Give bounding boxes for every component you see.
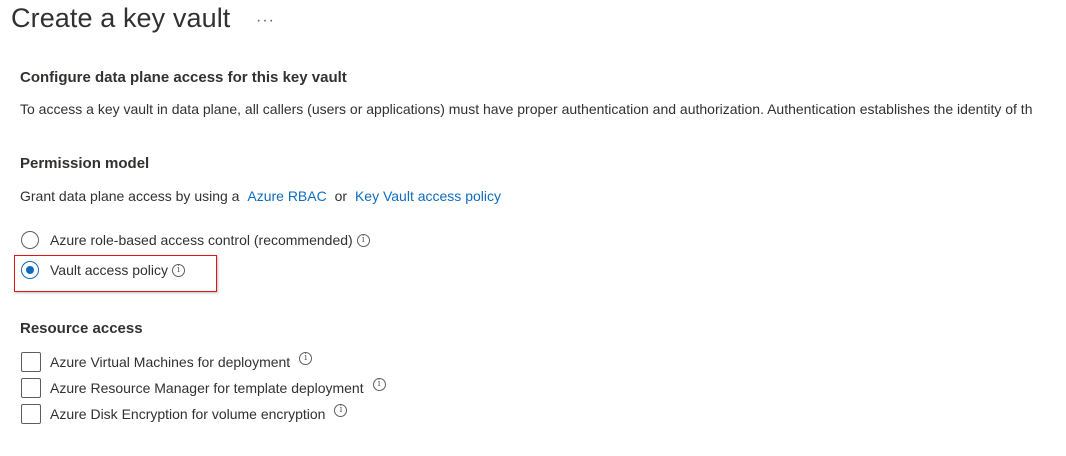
or-text: or xyxy=(334,188,348,204)
info-icon[interactable]: i xyxy=(356,233,370,247)
disk-encryption-label: Azure Disk Encryption for volume encrypt… xyxy=(50,406,326,422)
azure-rbac-link[interactable]: Azure RBAC xyxy=(247,188,326,204)
rbac-radio[interactable] xyxy=(21,231,39,249)
checkbox-row-vm-deployment[interactable]: Azure Virtual Machines for deployment i xyxy=(21,351,313,373)
key-vault-access-policy-link[interactable]: Key Vault access policy xyxy=(355,188,501,204)
grant-access-text: Grant data plane access by using a Azure… xyxy=(20,188,501,204)
vm-deployment-label: Azure Virtual Machines for deployment xyxy=(50,354,291,370)
checkbox-row-arm-template[interactable]: Azure Resource Manager for template depl… xyxy=(21,377,386,399)
checkbox-row-disk-encryption[interactable]: Azure Disk Encryption for volume encrypt… xyxy=(21,403,348,425)
data-plane-description: To access a key vault in data plane, all… xyxy=(20,101,1033,117)
vm-deployment-checkbox[interactable] xyxy=(21,352,41,372)
disk-encryption-checkbox[interactable] xyxy=(21,404,41,424)
highlight-box xyxy=(14,255,217,292)
info-icon[interactable]: i xyxy=(334,403,348,417)
arm-template-label: Azure Resource Manager for template depl… xyxy=(50,380,364,396)
rbac-radio-label: Azure role-based access control (recomme… xyxy=(50,232,353,248)
arm-template-checkbox[interactable] xyxy=(21,378,41,398)
info-icon[interactable]: i xyxy=(299,351,313,365)
grant-prefix-text: Grant data plane access by using a xyxy=(20,188,240,204)
page-title: Create a key vault xyxy=(11,3,231,33)
permission-model-heading: Permission model xyxy=(20,155,150,172)
data-plane-heading: Configure data plane access for this key… xyxy=(20,69,347,86)
info-icon[interactable]: i xyxy=(372,377,386,391)
more-options-button[interactable]: ··· xyxy=(256,12,275,30)
resource-access-heading: Resource access xyxy=(20,320,143,337)
radio-option-rbac[interactable]: Azure role-based access control (recomme… xyxy=(21,229,370,251)
